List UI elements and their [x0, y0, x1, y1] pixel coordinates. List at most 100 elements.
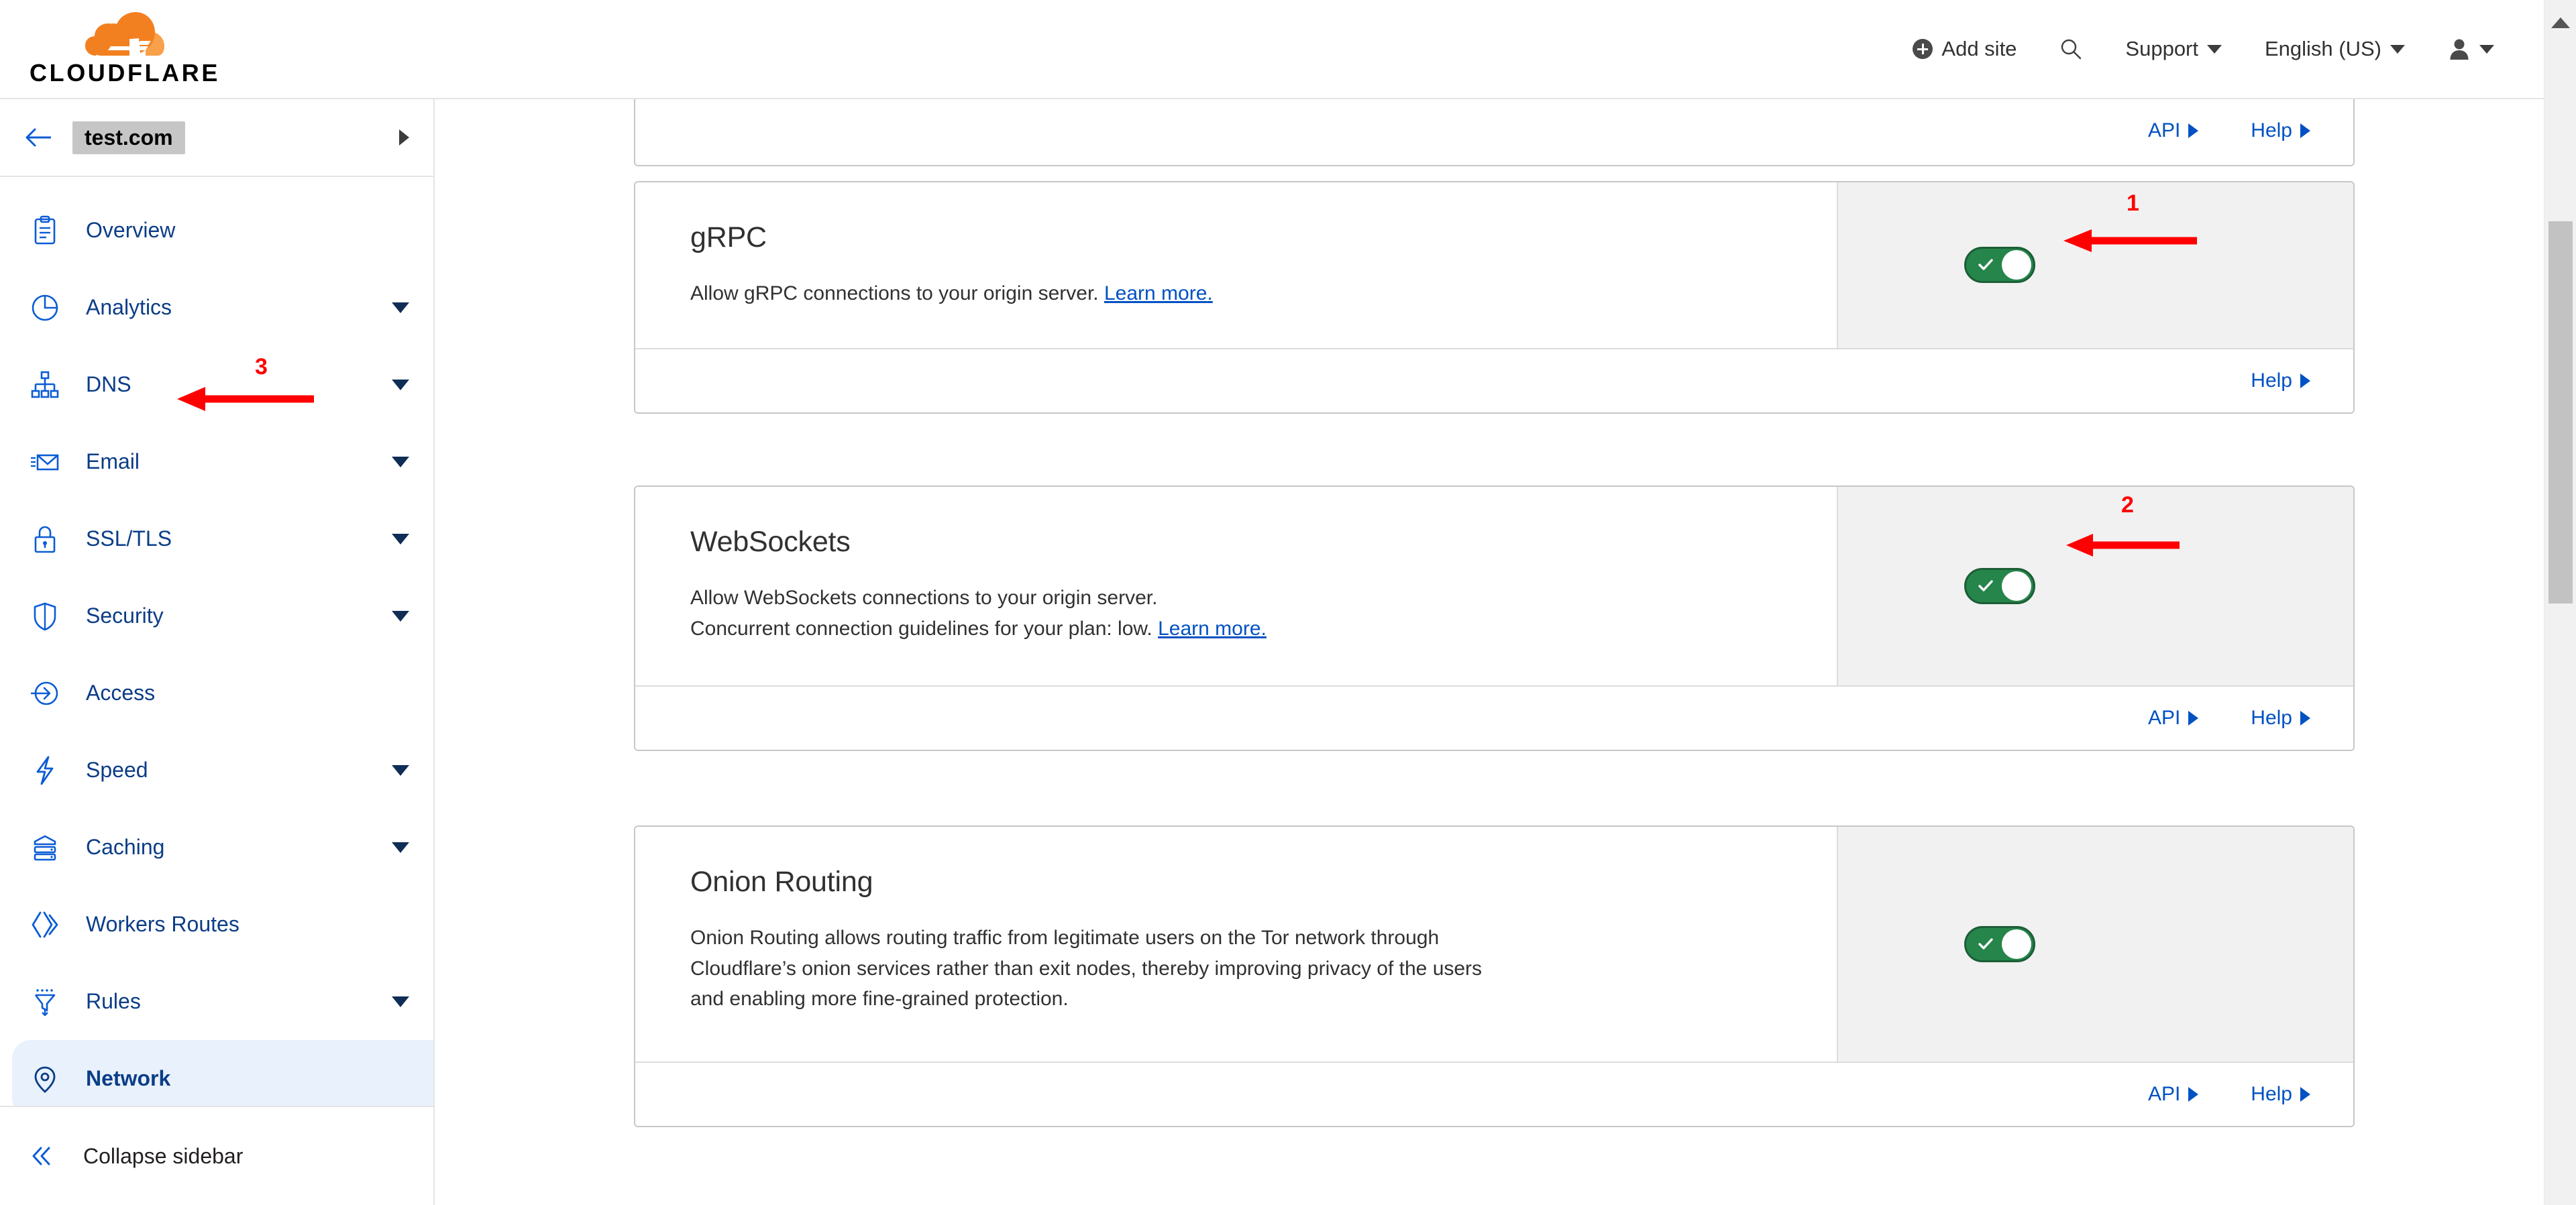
- card-body: gRPC Allow gRPC connections to your orig…: [635, 182, 2353, 348]
- envelope-icon: [31, 454, 59, 470]
- chevron-down-icon[interactable]: [392, 842, 409, 853]
- sidebar-item-label: Access: [86, 681, 156, 705]
- cloudflare-logo[interactable]: CLOUDFLARE: [30, 11, 220, 87]
- check-icon: [1978, 580, 1993, 591]
- help-link[interactable]: Help: [2251, 119, 2310, 142]
- chevron-down-icon[interactable]: [392, 533, 409, 544]
- sidebar-item-workers-routes[interactable]: Workers Routes: [0, 886, 433, 963]
- sidebar-item-ssl-tls[interactable]: SSL/TLS: [0, 500, 433, 577]
- server-stack-icon: [34, 835, 56, 860]
- sidebar-item-email[interactable]: Email: [0, 423, 433, 500]
- sidebar-item-security[interactable]: Security: [0, 577, 433, 654]
- sitemap-icon: [31, 371, 59, 398]
- collapse-sidebar-button[interactable]: Collapse sidebar: [0, 1106, 433, 1205]
- scrollbar-thumb[interactable]: [2548, 221, 2573, 604]
- desc-line: Cloudflare’s onion services rather than …: [690, 957, 1483, 980]
- card-title: gRPC: [690, 221, 767, 253]
- sidebar-item-label: Speed: [86, 758, 148, 782]
- toggle-knob: [2002, 571, 2031, 601]
- card-footer: Help: [635, 347, 2353, 412]
- lock-icon: [34, 526, 56, 553]
- chevron-down-icon[interactable]: [392, 610, 409, 622]
- account-menu[interactable]: [2426, 38, 2516, 60]
- check-icon: [1978, 259, 1993, 270]
- card-content: gRPC Allow gRPC connections to your orig…: [635, 182, 1837, 348]
- chevron-down-icon: [2479, 44, 2494, 54]
- current-site-name[interactable]: test.com: [72, 121, 185, 154]
- card-title: Onion Routing: [690, 866, 873, 898]
- card-footer: API Help: [635, 1061, 2353, 1126]
- learn-more-link[interactable]: Learn more: [1104, 282, 1207, 304]
- sidebar-item-access[interactable]: Access: [0, 654, 433, 732]
- site-selector-header: test.com: [0, 99, 433, 177]
- learn-more-period: .: [1260, 617, 1267, 640]
- sidebar-item-label: Caching: [86, 835, 165, 859]
- websockets-toggle[interactable]: [1964, 568, 2035, 604]
- card-toggle-panel: [1837, 827, 2353, 1061]
- toggle-knob: [2002, 250, 2031, 280]
- help-link[interactable]: Help: [2251, 369, 2310, 392]
- add-site-button[interactable]: Add site: [1891, 37, 2038, 61]
- add-site-label: Add site: [1941, 37, 2017, 60]
- search-button[interactable]: [2038, 38, 2104, 60]
- search-icon: [2061, 39, 2082, 60]
- card-content: WebSockets Allow WebSockets connections …: [635, 487, 1837, 685]
- pie-chart-icon: [32, 294, 58, 321]
- login-arrow-icon: [31, 681, 58, 705]
- card-description: Allow WebSockets connections to your ori…: [690, 583, 1796, 644]
- api-link[interactable]: API: [2148, 119, 2199, 142]
- onion-routing-toggle[interactable]: [1964, 926, 2035, 962]
- sidebar-item-label: Rules: [86, 989, 141, 1013]
- sidebar-item-speed[interactable]: Speed: [0, 732, 433, 809]
- card-body: Onion Routing Onion Routing allows routi…: [635, 827, 2353, 1061]
- triangle-right-icon: [2188, 711, 2199, 726]
- sidebar-item-dns[interactable]: DNS: [0, 346, 433, 423]
- card-grpc: gRPC Allow gRPC connections to your orig…: [634, 181, 2355, 414]
- card-footer: API Help: [635, 685, 2353, 750]
- sidebar-item-caching[interactable]: Caching: [0, 809, 433, 886]
- support-menu[interactable]: Support: [2104, 37, 2243, 61]
- learn-more-link[interactable]: Learn more: [1158, 618, 1260, 640]
- desc-line: Onion Routing allows routing traffic fro…: [690, 927, 1440, 949]
- triangle-right-icon: [2188, 1087, 2199, 1102]
- language-menu[interactable]: English (US): [2243, 37, 2426, 61]
- workers-icon: [32, 911, 58, 937]
- page-scrollbar[interactable]: [2544, 0, 2576, 1205]
- chevron-down-icon[interactable]: [392, 996, 409, 1007]
- card-toggle-panel: 2: [1837, 487, 2353, 685]
- sidebar-item-label: Network: [86, 1066, 171, 1090]
- card-footer: API Help: [635, 99, 2353, 165]
- check-icon: [1978, 938, 1993, 950]
- help-link[interactable]: Help: [2251, 707, 2310, 730]
- chevron-down-icon[interactable]: [392, 764, 409, 776]
- card-description: Allow gRPC connections to your origin se…: [690, 278, 1796, 309]
- chevron-down-icon[interactable]: [392, 379, 409, 390]
- double-chevron-left-icon: [32, 1147, 50, 1165]
- language-label: English (US): [2265, 37, 2381, 60]
- chevron-down-icon[interactable]: [392, 302, 409, 313]
- sidebar-item-label: Workers Routes: [86, 912, 239, 936]
- annotation-arrow-left-icon: [2063, 229, 2197, 252]
- top-nav: Add site Support English (US): [1891, 37, 2576, 61]
- sidebar-item-rules[interactable]: Rules: [0, 963, 433, 1040]
- chevron-down-icon[interactable]: [392, 456, 409, 467]
- card-body: WebSockets Allow WebSockets connections …: [635, 487, 2353, 685]
- triangle-right-icon: [2300, 123, 2310, 138]
- sidebar-item-label: Analytics: [86, 295, 172, 319]
- card-toggle-panel: 1: [1837, 182, 2353, 348]
- sidebar-item-overview[interactable]: Overview: [0, 192, 433, 269]
- card-onion-routing: Onion Routing Onion Routing allows routi…: [634, 825, 2355, 1127]
- sidebar-item-analytics[interactable]: Analytics: [0, 269, 433, 346]
- annotation-arrow-left-icon: [2066, 534, 2180, 557]
- help-link[interactable]: Help: [2251, 1083, 2310, 1106]
- sidebar-item-label: DNS: [86, 372, 131, 396]
- sidebar: test.com Overview Analytics DNS Email SS…: [0, 99, 435, 1205]
- back-arrow-icon[interactable]: [24, 126, 54, 149]
- api-link[interactable]: API: [2148, 707, 2199, 730]
- desc-line: Concurrent connection guidelines for you…: [690, 617, 1152, 640]
- scroll-up-arrow-icon[interactable]: [2551, 17, 2570, 28]
- grpc-toggle[interactable]: [1964, 247, 2035, 284]
- api-link[interactable]: API: [2148, 1083, 2199, 1106]
- chevron-right-icon[interactable]: [399, 129, 409, 146]
- main-content: API Help gRPC Allow gRPC connections to …: [436, 99, 2542, 1205]
